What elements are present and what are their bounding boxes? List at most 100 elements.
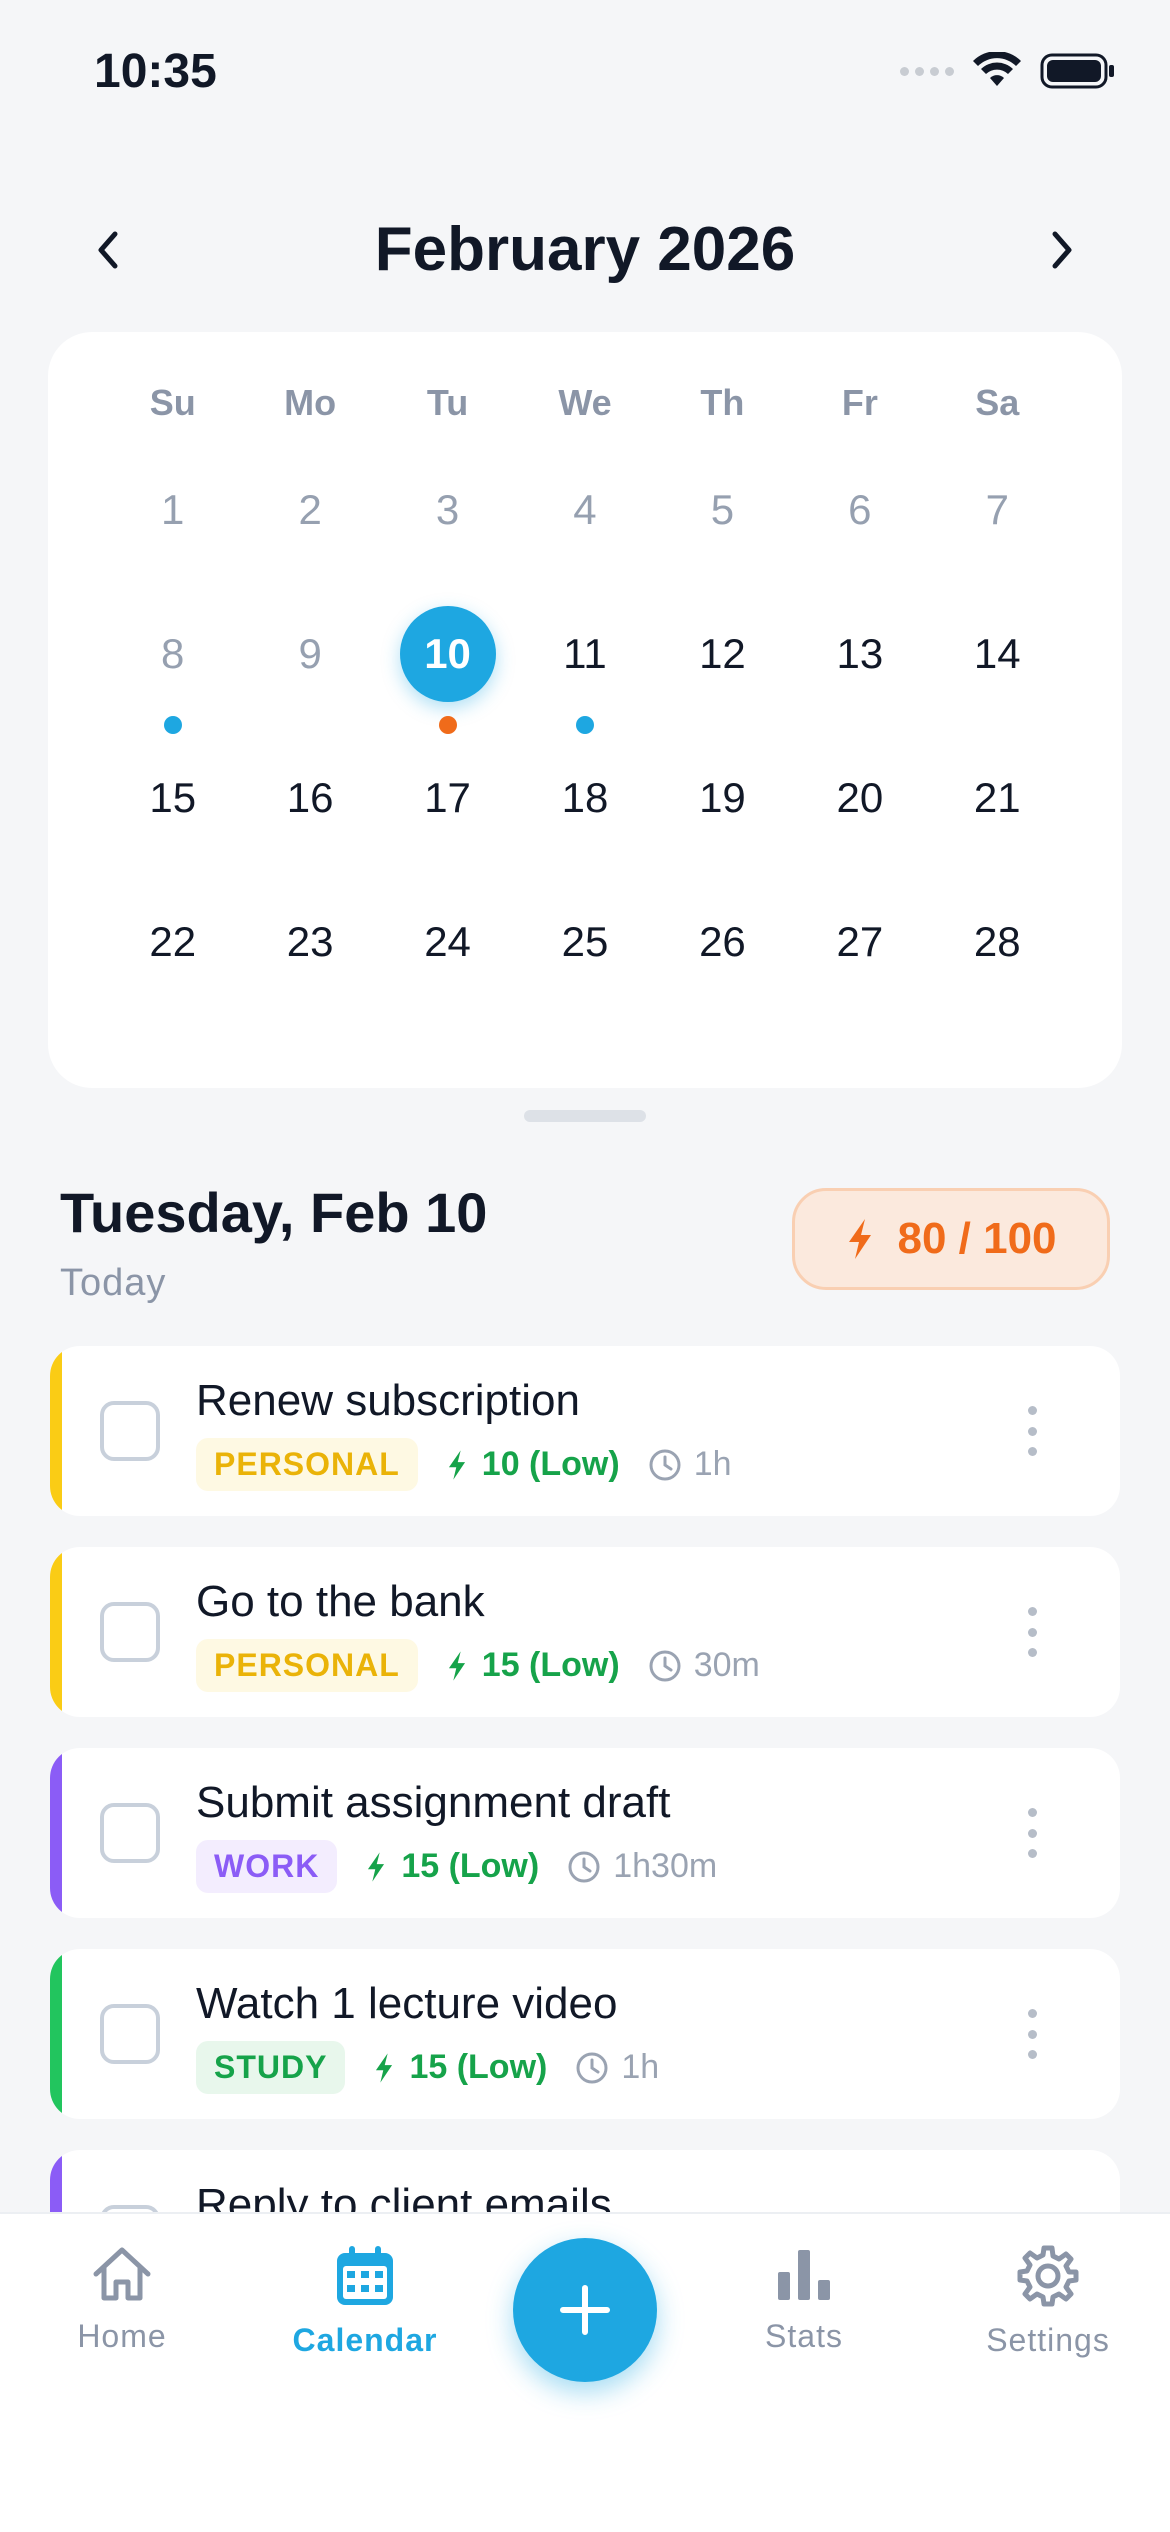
day-number: 24 bbox=[424, 918, 471, 965]
weekday-label: Sa bbox=[975, 382, 1020, 423]
task-energy: 15 (Low) bbox=[365, 1847, 539, 1886]
calendar-day[interactable]: 15 bbox=[104, 750, 241, 894]
task-checkbox[interactable] bbox=[100, 2205, 160, 2212]
task-checkbox[interactable] bbox=[100, 2004, 160, 2064]
day-number: 11 bbox=[563, 630, 607, 677]
task-energy-value: 15 (Low) bbox=[401, 1847, 540, 1885]
tab-stats[interactable]: Stats bbox=[704, 2244, 904, 2355]
cellular-signal-icon bbox=[900, 66, 954, 76]
clock-icon bbox=[649, 1449, 681, 1480]
calendar-day[interactable]: 6 bbox=[791, 462, 928, 606]
tab-home[interactable]: Home bbox=[22, 2244, 222, 2355]
clock-icon bbox=[649, 1650, 681, 1681]
add-task-button[interactable] bbox=[513, 2238, 657, 2382]
task-duration: 1h bbox=[648, 1445, 732, 1484]
tab-calendar[interactable]: Calendar bbox=[265, 2244, 465, 2359]
calendar-day[interactable]: 26 bbox=[654, 894, 791, 1038]
task-card[interactable]: Go to the bank PERSONAL 15 (Low) 30m bbox=[50, 1547, 1120, 1717]
calendar-day[interactable]: 4 bbox=[516, 462, 653, 606]
tab-settings[interactable]: Settings bbox=[948, 2244, 1148, 2359]
task-duration-value: 1h30m bbox=[613, 1847, 718, 1885]
calendar-day[interactable]: 28 bbox=[929, 894, 1066, 1038]
calendar-day[interactable]: 11 bbox=[516, 606, 653, 750]
task-more-options-icon[interactable] bbox=[1024, 1607, 1040, 1657]
selected-day-subtitle: Today bbox=[60, 1262, 167, 1304]
day-number: 22 bbox=[149, 918, 197, 965]
calendar-day[interactable]: 14 bbox=[929, 606, 1066, 750]
task-card[interactable]: Reply to client emails bbox=[50, 2150, 1120, 2212]
task-duration: 30m bbox=[648, 1646, 760, 1685]
calendar-day[interactable]: 7 bbox=[929, 462, 1066, 606]
calendar-day[interactable]: 2 bbox=[241, 462, 378, 606]
task-accent-bar bbox=[50, 1346, 62, 1516]
day-number: 15 bbox=[149, 774, 197, 821]
task-tag: PERSONAL bbox=[196, 1438, 418, 1491]
next-month-button[interactable] bbox=[1032, 220, 1092, 280]
task-accent-bar bbox=[50, 1748, 62, 1918]
calendar-day[interactable]: 27 bbox=[791, 894, 928, 1038]
calendar-day[interactable]: 9 bbox=[241, 606, 378, 750]
event-dot bbox=[438, 716, 457, 734]
lightning-icon bbox=[448, 1449, 465, 1480]
event-dot bbox=[575, 716, 594, 734]
calendar-day[interactable]: 16 bbox=[241, 750, 378, 894]
day-number: 28 bbox=[973, 918, 1021, 965]
calendar-day[interactable]: 22 bbox=[104, 894, 241, 1038]
calendar-day-selected[interactable]: 10 bbox=[379, 606, 516, 750]
calendar-day[interactable]: 23 bbox=[241, 894, 378, 1038]
task-duration-value: 1h bbox=[621, 2048, 660, 2086]
task-more-options-icon[interactable] bbox=[1024, 1808, 1040, 1858]
calendar-day[interactable]: 24 bbox=[379, 894, 516, 1038]
day-number: 17 bbox=[424, 774, 471, 821]
calendar-day[interactable]: 12 bbox=[654, 606, 791, 750]
task-checkbox[interactable] bbox=[100, 1401, 160, 1461]
task-checkbox[interactable] bbox=[100, 1602, 160, 1662]
status-icons bbox=[900, 52, 1116, 90]
day-number: 5 bbox=[710, 486, 735, 533]
battery-icon bbox=[1040, 53, 1114, 89]
day-number: 7 bbox=[985, 486, 1009, 533]
days-grid: 1 2 3 4 5 6 7 8 9 10 11 12 13 14 15 16 1… bbox=[48, 462, 1122, 1038]
event-dot bbox=[163, 716, 182, 734]
calendar-icon bbox=[337, 2246, 393, 2305]
drag-handle[interactable] bbox=[524, 1110, 646, 1122]
calendar-day[interactable]: 17 bbox=[379, 750, 516, 894]
calendar-day[interactable]: 25 bbox=[516, 894, 653, 1038]
clock-icon bbox=[576, 2052, 608, 2083]
task-more-options-icon[interactable] bbox=[1024, 2009, 1040, 2059]
task-more-options-icon[interactable] bbox=[1024, 1406, 1040, 1456]
bottom-tab-bar: Home Calendar Stats Settings bbox=[0, 2212, 1170, 2532]
calendar-day[interactable]: 18 bbox=[516, 750, 653, 894]
calendar-day[interactable]: 5 bbox=[654, 462, 791, 606]
task-card[interactable]: Renew subscription PERSONAL 10 (Low) 1h bbox=[50, 1346, 1120, 1516]
task-checkbox[interactable] bbox=[100, 1803, 160, 1863]
day-number: 18 bbox=[561, 774, 609, 821]
calendar-day[interactable]: 1 bbox=[104, 462, 241, 606]
weekday-header: Su Mo Tu We Th Fr Sa bbox=[48, 382, 1122, 424]
calendar-day[interactable]: 3 bbox=[379, 462, 516, 606]
calendar-day[interactable]: 19 bbox=[654, 750, 791, 894]
day-number: 21 bbox=[973, 774, 1021, 821]
task-list: Renew subscription PERSONAL 10 (Low) 1h … bbox=[50, 1346, 1120, 2212]
status-time: 10:35 bbox=[94, 45, 217, 98]
home-icon bbox=[93, 2247, 151, 2301]
chevron-right-icon bbox=[1052, 231, 1072, 269]
task-card[interactable]: Watch 1 lecture video STUDY 15 (Low) 1h bbox=[50, 1949, 1120, 2119]
weekday-label: We bbox=[558, 382, 612, 423]
weekday-label: Su bbox=[149, 382, 196, 423]
task-duration: 1h30m bbox=[567, 1847, 717, 1886]
task-card[interactable]: Submit assignment draft WORK 15 (Low) 1h… bbox=[50, 1748, 1120, 1918]
day-number: 2 bbox=[298, 486, 322, 533]
calendar-day[interactable]: 13 bbox=[791, 606, 928, 750]
selected-day-number: 10 bbox=[399, 606, 496, 702]
task-duration-value: 30m bbox=[693, 1646, 760, 1684]
weekday-label: Mo bbox=[284, 382, 337, 423]
task-tag: WORK bbox=[196, 1840, 338, 1893]
task-title: Watch 1 lecture video bbox=[196, 1979, 618, 2028]
calendar-day[interactable]: 20 bbox=[791, 750, 928, 894]
day-number: 14 bbox=[973, 630, 1021, 677]
plus-icon bbox=[560, 2285, 610, 2335]
day-number: 6 bbox=[848, 486, 872, 533]
calendar-day[interactable]: 21 bbox=[929, 750, 1066, 894]
calendar-day[interactable]: 8 bbox=[104, 606, 241, 750]
